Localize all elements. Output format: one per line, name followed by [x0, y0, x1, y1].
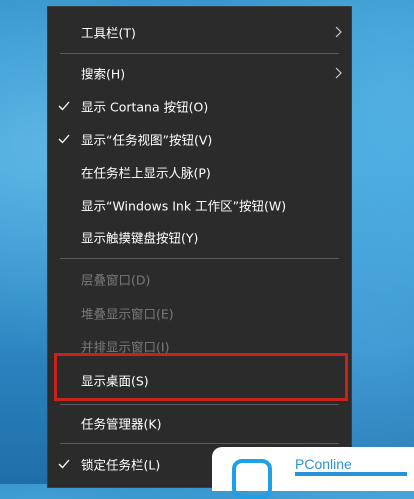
menu-item-show-touch-keyboard[interactable]: 显示触摸键盘按钮(Y) — [48, 221, 351, 253]
taskbar-context-menu: 工具栏(T) 搜索(H) 显示 Cortana 按钮(O) 显示“任务视图”按钮… — [47, 6, 352, 488]
menu-item-label: 在任务栏上显示人脉(P) — [81, 165, 211, 181]
chevron-right-icon — [335, 26, 342, 38]
menu-separator — [60, 53, 339, 54]
menu-item-label: 堆叠显示窗口(E) — [81, 306, 174, 322]
menu-item-label: 工具栏(T) — [81, 25, 136, 41]
menu-item-label: 任务管理器(K) — [81, 416, 162, 432]
menu-item-label: 显示触摸键盘按钮(Y) — [81, 230, 199, 246]
menu-separator — [60, 443, 339, 444]
menu-item-task-manager[interactable]: 任务管理器(K) — [48, 407, 351, 439]
chevron-right-icon — [335, 67, 342, 79]
menu-item-cascade-windows: 层叠窗口(D) — [48, 263, 351, 295]
menu-item-show-people[interactable]: 在任务栏上显示人脉(P) — [48, 156, 351, 188]
menu-separator — [60, 258, 339, 259]
highlight-box — [54, 353, 348, 401]
pconline-logo-icon — [232, 459, 272, 499]
menu-item-toolbars[interactable]: 工具栏(T) — [48, 16, 351, 48]
watermark-brand: PConline — [295, 456, 352, 472]
menu-item-label: 搜索(H) — [81, 66, 126, 82]
checkmark-icon — [58, 101, 70, 111]
checkmark-icon — [58, 134, 70, 144]
pconline-watermark: PConline — [212, 447, 414, 499]
menu-item-stack-windows: 堆叠显示窗口(E) — [48, 297, 351, 329]
menu-item-show-windows-ink[interactable]: 显示“Windows Ink 工作区”按钮(W) — [48, 189, 351, 221]
menu-separator — [60, 404, 339, 405]
menu-item-show-task-view[interactable]: 显示“任务视图”按钮(V) — [48, 123, 351, 155]
menu-item-label: 显示“Windows Ink 工作区”按钮(W) — [81, 198, 287, 214]
menu-item-search[interactable]: 搜索(H) — [48, 57, 351, 89]
menu-item-label: 显示“任务视图”按钮(V) — [81, 132, 213, 148]
checkmark-icon — [58, 459, 70, 469]
menu-item-label: 显示 Cortana 按钮(O) — [81, 99, 209, 115]
menu-item-label: 层叠窗口(D) — [81, 272, 151, 288]
menu-item-label: 锁定任务栏(L) — [81, 457, 161, 473]
menu-item-show-cortana[interactable]: 显示 Cortana 按钮(O) — [48, 90, 351, 122]
